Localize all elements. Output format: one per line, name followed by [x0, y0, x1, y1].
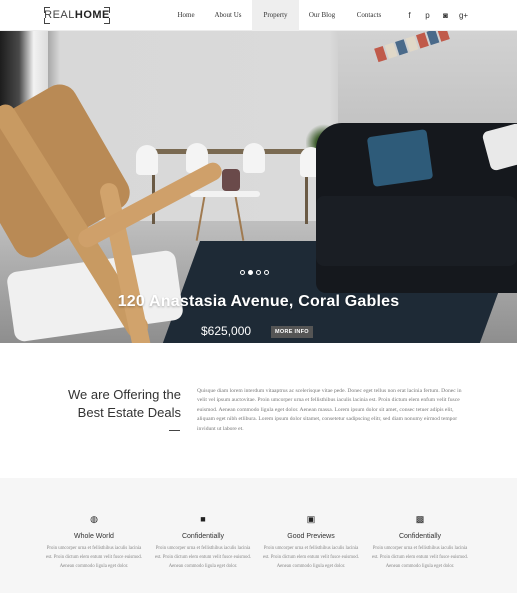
nav-home[interactable]: Home [168, 0, 204, 31]
hero-title: 120 Anastasia Avenue, Coral Gables [117, 293, 400, 310]
divider [169, 430, 180, 431]
feature-text: Proin umcorper urna et fellisthibus iacu… [371, 546, 469, 569]
slider-dots [240, 262, 272, 275]
feature-title: Confidentially [398, 533, 442, 540]
slider-dot[interactable] [240, 270, 245, 275]
logo[interactable]: REALHOME [44, 7, 110, 24]
offer-description: Quisque diam lorem interdum vitaaptrus a… [197, 388, 462, 432]
nav-about-us[interactable]: About Us [206, 0, 250, 31]
nav-property[interactable]: Property [252, 0, 299, 31]
hero-slider: 120 Anastasia Avenue, Coral Gables $625,… [0, 31, 517, 343]
feature-title: Confidentially [181, 533, 225, 540]
nav-contacts[interactable]: Contacts [348, 0, 390, 31]
site-header: REALHOME Home About Us Property Our Blog… [0, 0, 517, 31]
instagram-icon[interactable]: ◙ [440, 10, 451, 21]
nav-our-blog[interactable]: Our Blog [300, 0, 344, 31]
feature-good-previews: ▣ Good Previews Proin umcorper urna et f… [261, 514, 361, 571]
suitcase-icon: ▩ [415, 514, 425, 524]
briefcase-icon: ■ [200, 514, 206, 524]
offer-heading-line1: We are Offering the [68, 387, 181, 402]
hero-price: $625,000 [201, 324, 252, 338]
offer-heading-line2: Best Estate Deals [77, 405, 181, 420]
slider-dot[interactable] [264, 270, 269, 275]
pinterest-icon[interactable]: p [422, 10, 433, 21]
feature-confidentially: ■ Confidentially Proin umcorper urna et … [153, 514, 253, 571]
feature-title: Whole World [74, 533, 114, 540]
google-plus-icon[interactable]: g+ [458, 10, 469, 21]
globe-icon: ◍ [90, 514, 98, 524]
picture-icon: ▣ [306, 514, 316, 524]
feature-whole-world: ◍ Whole World Proin umcorper urna et fel… [44, 514, 144, 571]
feature-text: Proin umcorper urna et fellisthibus iacu… [262, 546, 360, 569]
feature-confidentially-2: ▩ Confidentially Proin umcorper urna et … [370, 514, 470, 571]
feature-title: Good Previews [287, 533, 335, 540]
offer-heading: We are Offering the Best Estate Deals [40, 386, 181, 422]
more-info-button[interactable]: MORE INFO [271, 326, 313, 338]
feature-text: Proin umcorper urna et fellisthibus iacu… [45, 546, 143, 569]
slider-dot[interactable] [256, 270, 261, 275]
slider-dot-active[interactable] [248, 270, 253, 275]
feature-text: Proin umcorper urna et fellisthibus iacu… [154, 546, 252, 569]
facebook-icon[interactable]: f [404, 10, 415, 21]
